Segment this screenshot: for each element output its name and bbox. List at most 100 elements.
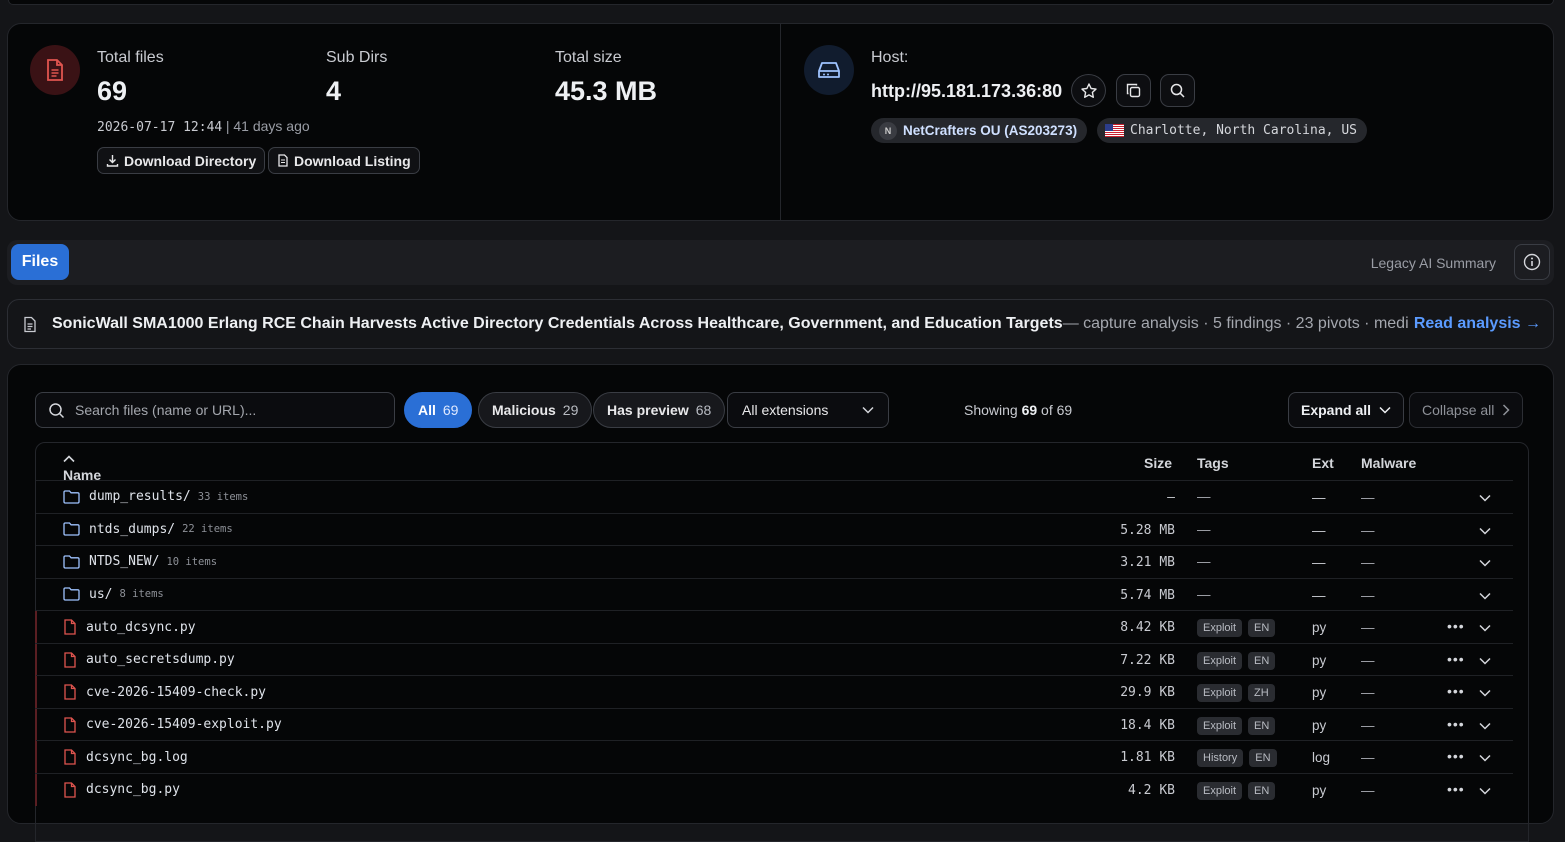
analysis-banner[interactable]: SonicWall SMA1000 Erlang RCE Chain Harve… xyxy=(7,299,1554,349)
row-name-cell[interactable]: auto_dcsync.py xyxy=(63,619,196,635)
table-row-directory[interactable]: NTDS_NEW/10 items 3.21 MB — — — xyxy=(36,545,1513,578)
row-tags-empty: — xyxy=(1197,489,1211,504)
row-more-menu[interactable]: ••• xyxy=(1447,683,1465,699)
host-url[interactable]: http://95.181.173.36:80 xyxy=(871,81,1062,102)
row-name-cell[interactable]: cve-2026-15409-check.py xyxy=(63,684,266,700)
row-size: 3.21 MB xyxy=(1120,555,1175,570)
row-name[interactable]: auto_secretsdump.py xyxy=(86,652,235,667)
host-icon-circle xyxy=(804,45,854,95)
row-tag[interactable]: EN xyxy=(1249,749,1277,767)
expand-all-button[interactable]: Expand all xyxy=(1288,392,1405,428)
filter-all-chip[interactable]: All 69 xyxy=(404,392,473,428)
row-name[interactable]: NTDS_NEW/ xyxy=(89,554,159,569)
download-directory-button[interactable]: Download Directory xyxy=(97,147,266,174)
row-more-menu[interactable]: ••• xyxy=(1447,781,1465,797)
search-input[interactable] xyxy=(75,402,375,418)
row-expand-toggle[interactable] xyxy=(1479,783,1491,798)
table-row-file[interactable]: cve-2026-15409-exploit.py 18.4 KB Exploit E… xyxy=(35,707,1513,741)
row-name[interactable]: cve-2026-15409-check.py xyxy=(86,685,266,700)
row-tag[interactable]: EN xyxy=(1248,781,1276,800)
filter-malicious-chip[interactable]: Malicious 29 xyxy=(478,392,593,428)
row-expand-toggle[interactable] xyxy=(1479,750,1491,765)
table-row-file[interactable]: auto_dcsync.py 8.42 KB Exploit EN py — ••• xyxy=(35,610,1513,643)
download-listing-button[interactable]: Download Listing xyxy=(268,147,420,174)
row-name[interactable]: dcsync_bg.log xyxy=(86,750,188,765)
row-name[interactable]: dcsync_bg.py xyxy=(86,782,180,797)
row-items-count: 33 items xyxy=(197,490,249,503)
row-expand-toggle[interactable] xyxy=(1479,490,1491,505)
row-tag[interactable]: EN xyxy=(1248,716,1276,735)
extensions-select-value: All extensions xyxy=(742,402,829,418)
search-box[interactable] xyxy=(35,392,395,428)
row-tag[interactable]: Exploit xyxy=(1197,781,1243,800)
server-drive-icon xyxy=(818,62,840,78)
collapse-all-button[interactable]: Collapse all xyxy=(1409,392,1524,428)
location-pill[interactable]: Charlotte, North Carolina, US xyxy=(1097,118,1367,143)
row-name[interactable]: ntds_dumps/ xyxy=(89,522,175,537)
row-tag[interactable]: ZH xyxy=(1248,684,1275,702)
row-more-menu[interactable]: ••• xyxy=(1447,651,1465,667)
row-more-menu[interactable]: ••• xyxy=(1447,716,1465,732)
row-tag[interactable]: History xyxy=(1197,749,1244,767)
row-name-cell[interactable]: dump_results/33 items xyxy=(63,489,248,504)
table-row-directory[interactable]: us/8 items 5.74 MB — — — xyxy=(36,577,1513,611)
asn-pill[interactable]: N NetCrafters OU (AS203273) xyxy=(871,118,1088,143)
row-name-cell[interactable]: ntds_dumps/22 items xyxy=(63,522,233,537)
table-row-file[interactable]: dcsync_bg.log 1.81 KB History EN log — ••• xyxy=(35,740,1513,773)
row-malware: — xyxy=(1361,490,1375,505)
legacy-ai-summary-link[interactable]: Legacy AI Summary xyxy=(1371,255,1496,271)
row-tag[interactable]: Exploit xyxy=(1197,684,1243,702)
chevron-down-icon xyxy=(1479,657,1491,665)
filter-preview-chip[interactable]: Has preview 68 xyxy=(593,392,726,428)
row-tag[interactable]: EN xyxy=(1248,651,1276,670)
collapse-all-label: Collapse all xyxy=(1422,402,1495,418)
row-more-menu[interactable]: ••• xyxy=(1447,618,1465,634)
total-size-label: Total size xyxy=(555,49,622,66)
table-row-directory[interactable]: dump_results/33 items — — — — xyxy=(36,480,1513,513)
row-expand-toggle[interactable] xyxy=(1479,555,1491,570)
row-tags: Exploit EN xyxy=(1197,716,1276,735)
total-files-label: Total files xyxy=(97,49,164,66)
table-row-file[interactable]: auto_secretsdump.py 7.22 KB Exploit EN py — ••… xyxy=(35,642,1513,676)
row-name[interactable]: cve-2026-15409-exploit.py xyxy=(86,717,282,732)
row-expand-toggle[interactable] xyxy=(1479,588,1491,603)
filter-all-label: All xyxy=(418,402,436,418)
row-expand-toggle[interactable] xyxy=(1479,620,1491,635)
row-expand-toggle[interactable] xyxy=(1479,685,1491,700)
column-size[interactable]: Size xyxy=(1144,455,1172,471)
showing-prefix: Showing xyxy=(964,402,1022,418)
top-strip xyxy=(8,0,1554,5)
column-ext[interactable]: Ext xyxy=(1312,455,1334,471)
row-name[interactable]: us/ xyxy=(89,587,112,602)
row-tag[interactable]: Exploit xyxy=(1197,716,1243,735)
table-row-directory[interactable]: ntds_dumps/22 items 5.28 MB — — — xyxy=(36,512,1513,546)
table-row-file[interactable]: cve-2026-15409-check.py 29.9 KB Exploit ZH p… xyxy=(35,675,1513,708)
column-name[interactable]: Name xyxy=(63,455,101,483)
search-host-button[interactable] xyxy=(1160,74,1195,107)
row-name-cell[interactable]: us/8 items xyxy=(63,587,164,602)
row-expand-toggle[interactable] xyxy=(1479,718,1491,733)
row-more-menu[interactable]: ••• xyxy=(1447,748,1465,764)
chevron-down-icon xyxy=(1379,406,1391,414)
row-size: 1.81 KB xyxy=(1120,750,1175,765)
extensions-select[interactable]: All extensions xyxy=(727,392,889,428)
row-name[interactable]: auto_dcsync.py xyxy=(86,620,196,635)
row-expand-toggle[interactable] xyxy=(1479,523,1491,538)
row-name-cell[interactable]: dcsync_bg.log xyxy=(63,749,188,765)
read-analysis-link[interactable]: Read analysis → xyxy=(1407,315,1541,333)
row-name-cell[interactable]: cve-2026-15409-exploit.py xyxy=(63,716,282,733)
table-row-file[interactable]: dcsync_bg.py 4.2 KB Exploit EN py — ••• xyxy=(35,772,1513,806)
row-name-cell[interactable]: auto_secretsdump.py xyxy=(63,651,235,668)
row-name-cell[interactable]: dcsync_bg.py xyxy=(63,781,180,798)
favorite-button[interactable] xyxy=(1071,74,1106,107)
row-tag[interactable]: EN xyxy=(1248,619,1276,637)
tab-files[interactable]: Files xyxy=(11,244,69,280)
row-expand-toggle[interactable] xyxy=(1479,653,1491,668)
row-tag[interactable]: Exploit xyxy=(1197,619,1243,637)
copy-host-button[interactable] xyxy=(1116,74,1151,107)
download-icon xyxy=(106,155,119,167)
row-name[interactable]: dump_results/ xyxy=(89,489,191,504)
row-tag[interactable]: Exploit xyxy=(1197,651,1243,670)
row-name-cell[interactable]: NTDS_NEW/10 items xyxy=(63,554,217,569)
info-button[interactable] xyxy=(1514,244,1550,280)
